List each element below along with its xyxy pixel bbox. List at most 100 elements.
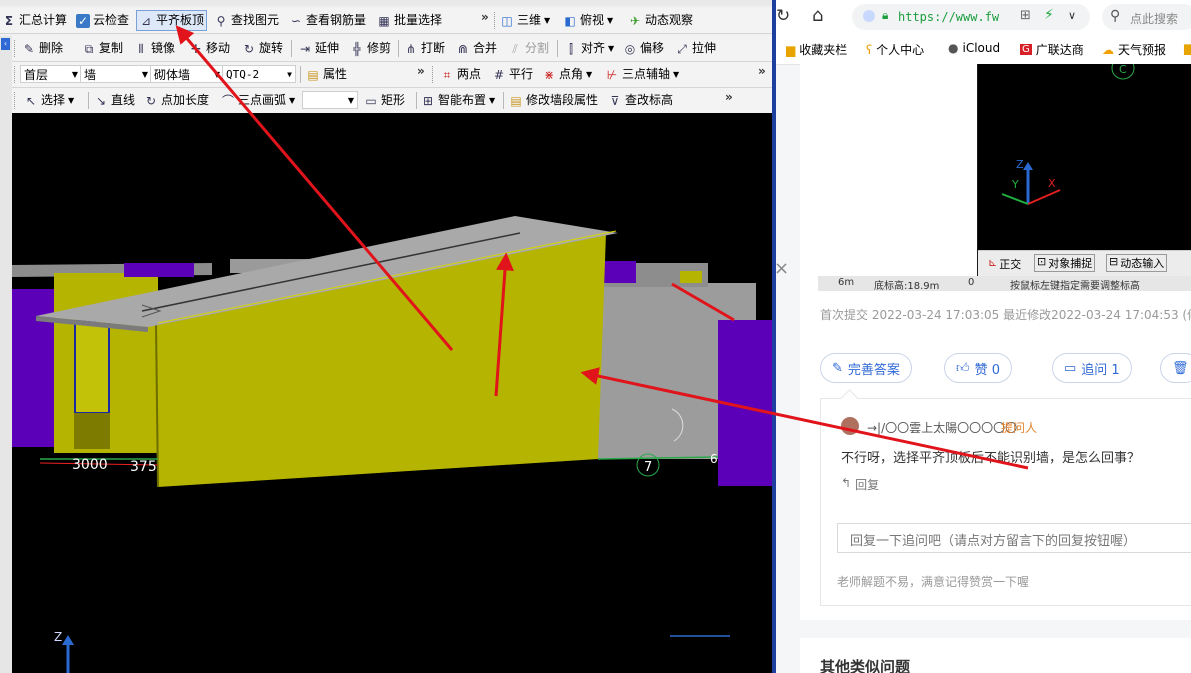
rotate-button[interactable]: ↻ 旋转 <box>242 39 283 58</box>
cursor-icon: ↖ <box>25 93 37 108</box>
view-rebar-button[interactable]: ∽ 查看钢筋量 <box>289 11 366 30</box>
line-button[interactable]: ↘ 直线 <box>94 91 135 110</box>
find-element-button[interactable]: ⚲ 查找图元 <box>214 11 279 30</box>
toolbar-row-3: 首层 ▼ 墙 ▼ 砌体墙 ▼ QTQ-2 ▼ ▤ 属性 » ⌗ 两点 # 平行 ⋇ 点角 ▼ ⊬ 三… <box>12 62 772 88</box>
axis-label-7: 7 <box>644 460 652 475</box>
dyn-input-toggle: ⊟ 动态输入 <box>1106 254 1168 272</box>
row3-more-button[interactable]: » <box>417 64 425 78</box>
folder-icon: ▆ <box>1184 41 1191 55</box>
extend-button[interactable]: ⇥ 延伸 <box>298 39 339 58</box>
menu-bar-sliver <box>0 0 772 6</box>
bookmark-icloud[interactable]: ● iCloud <box>948 41 1000 55</box>
bookmark-glodon[interactable]: G 广联达商 <box>1020 41 1084 58</box>
like-button[interactable]: 👍︎ 赞 0 <box>944 353 1012 383</box>
row3-more2-button[interactable]: » <box>758 64 766 78</box>
mirror-button[interactable]: ⫴ 镜像 <box>134 39 175 58</box>
chevron-down-icon: ▼ <box>347 96 354 105</box>
modify-wall-attr-button[interactable]: ▤ 修改墙段属性 <box>509 91 598 110</box>
chevron-down-icon[interactable]: ∨ <box>1068 9 1076 22</box>
close-icon[interactable]: × <box>774 258 789 279</box>
element-type-select[interactable]: 墙 ▼ <box>80 65 152 83</box>
purple-column-left <box>12 289 54 447</box>
purple-column-right <box>718 320 772 486</box>
bookmark-weather[interactable]: ☁ 天气预报 <box>1102 41 1166 58</box>
cloud-check-button[interactable]: ✓ 云检查 <box>76 11 129 30</box>
gizmo-y-axis <box>1001 193 1029 205</box>
point-angle-dropdown[interactable]: ⋇ 点角 ▼ <box>542 65 592 84</box>
home-icon[interactable]: ⌂ <box>812 5 823 26</box>
parallel-button[interactable]: # 平行 <box>492 65 533 84</box>
bookmark-favorites[interactable]: ▆ 收藏夹栏 <box>786 41 847 58</box>
check-elevation-button[interactable]: ⊽ 查改标高 <box>608 91 673 110</box>
reply-input[interactable]: 回复一下追问吧（请点对方留言下的回复按钮喔） <box>837 523 1191 553</box>
dimension-375: 375 <box>130 459 157 475</box>
smart-layout-dropdown[interactable]: ⊞ 智能布置 ▼ <box>421 91 495 110</box>
comment-user[interactable]: →|/〇〇雲上太陽〇〇〇〇〇 <box>867 419 1017 436</box>
grip <box>14 40 18 57</box>
bookmark-personal[interactable]: ʕ 个人中心 <box>866 41 924 58</box>
improve-answer-button[interactable]: ✎ 完善答案 <box>820 353 912 383</box>
align-slab-icon: ⊿ <box>140 13 152 28</box>
chevron-down-icon: ▼ <box>68 96 75 105</box>
url-text: https://www.fw <box>898 10 1000 24</box>
point-length-icon: ↻ <box>145 93 157 108</box>
rectangle-button[interactable]: ▭ 矩形 <box>364 91 405 110</box>
align-slab-top-button[interactable]: ⊿ 平齐板顶 <box>136 10 208 31</box>
split-button[interactable]: ⫽ 分割 <box>508 39 549 58</box>
lightning-icon[interactable]: ⚡ <box>1044 7 1054 23</box>
gizmo-z-label: Z <box>1016 158 1024 171</box>
follow-up-button[interactable]: ▭ 追问 1 <box>1052 353 1132 383</box>
align-dropdown[interactable]: ⫿ 对齐 ▼ <box>564 39 614 58</box>
summary-button[interactable]: Σ 汇总计算 <box>2 11 67 30</box>
move-button[interactable]: ✛ 移动 <box>189 39 230 58</box>
personal-icon: ʕ <box>866 42 873 57</box>
point-length-button[interactable]: ↻ 点加长度 <box>144 91 209 110</box>
copy-button[interactable]: ⧉ 复制 <box>82 39 123 58</box>
wall-code-select[interactable]: QTQ-2 ▼ <box>222 65 296 83</box>
trim-button[interactable]: ╬ 修剪 <box>350 39 391 58</box>
gizmo-x-label: X <box>1048 177 1056 190</box>
avatar[interactable] <box>841 417 859 435</box>
eraser-icon: ✎ <box>23 41 35 56</box>
3d-viewport[interactable]: 7 6 3000 375 Z <box>12 113 772 673</box>
top-view-dropdown[interactable]: ◧ 俯视 ▼ <box>563 11 613 30</box>
bookmarks-bar: ▆ 收藏夹栏 ʕ 个人中心 ● iCloud G 广联达商 ☁ 天气预报 ▆ <box>772 34 1191 65</box>
delete-answer-button[interactable]: 🗑︎ <box>1160 353 1191 383</box>
search-field[interactable]: ⚲ 点此搜索 <box>1102 4 1191 30</box>
reply-link[interactable]: ↰ 回复 <box>841 476 879 493</box>
rebar-icon: ∽ <box>290 13 302 28</box>
browser-window: ↻ ⌂ 🔒︎ https://www.fw ⊞ ⚡ ∨ ⚲ 点此搜索 ▆ 收藏夹栏… <box>772 0 1191 673</box>
merge-icon: ⋒ <box>457 41 469 56</box>
properties-button[interactable]: ▤ 属性 <box>306 65 347 84</box>
row1-more-button[interactable]: » <box>481 10 489 24</box>
bookmark-more[interactable]: ▆ <box>1184 41 1191 55</box>
select-dropdown[interactable]: ↖ 选择 ▼ <box>24 91 74 110</box>
view-3d-dropdown[interactable]: ◫ 三维 ▼ <box>500 11 550 30</box>
floor-select[interactable]: 首层 ▼ <box>20 65 82 83</box>
section-gap <box>800 620 1191 638</box>
wall-type-select[interactable]: 砌体墙 ▼ <box>150 65 224 83</box>
move-icon: ✛ <box>190 41 202 56</box>
top-view-icon: ◧ <box>564 13 576 28</box>
row4-more-button[interactable]: » <box>725 90 733 104</box>
collapse-icon[interactable]: ‹ <box>1 38 10 50</box>
delete-button[interactable]: ✎ 删除 <box>22 39 63 58</box>
screenshot-coordbar: 6m 底标高:18.9m 0 按鼠标左键指定需要调整标高 <box>818 276 1191 291</box>
two-points-button[interactable]: ⌗ 两点 <box>440 65 481 84</box>
offset-button[interactable]: ◎ 偏移 <box>623 39 664 58</box>
grid-icon[interactable]: ⊞ <box>1020 8 1031 23</box>
stretch-button[interactable]: ⤢ 拉伸 <box>675 39 716 58</box>
break-button[interactable]: ⋔ 打断 <box>404 39 445 58</box>
line-icon: ↘ <box>95 93 107 108</box>
merge-button[interactable]: ⋒ 合并 <box>456 39 497 58</box>
offset-icon: ◎ <box>624 41 636 56</box>
binoculars-icon: ⚲ <box>216 13 226 28</box>
cad-application: Σ 汇总计算 ✓ 云检查 ⊿ 平齐板顶 ⚲ 查找图元 ∽ 查看钢筋量 ▦ 批量选择 » ◫ 三… <box>0 0 772 673</box>
refresh-icon[interactable]: ↻ <box>776 6 790 26</box>
three-point-axis-dropdown[interactable]: ⊬ 三点辅轴 ▼ <box>605 65 679 84</box>
batch-select-button[interactable]: ▦ 批量选择 <box>377 11 442 30</box>
arc-option-select[interactable]: ▼ <box>302 91 358 109</box>
three-point-arc-dropdown[interactable]: ⌒ 三点画弧 ▼ <box>221 91 295 110</box>
dynamic-view-button[interactable]: ✈ 动态观察 <box>628 11 693 30</box>
url-field[interactable]: 🔒︎ https://www.fw ⊞ ⚡ ∨ <box>852 4 1090 30</box>
